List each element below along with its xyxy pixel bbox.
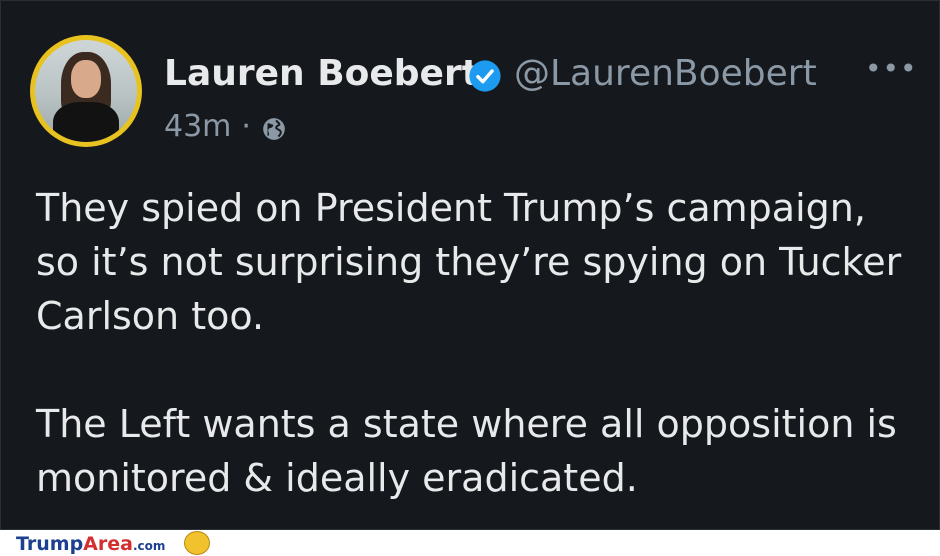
tweet-card: Lauren Boebert @LaurenBoebert ••• 43m · …	[0, 0, 940, 530]
watermark-part: Trump	[16, 533, 84, 555]
globe-icon	[263, 117, 285, 140]
verified-badge-icon	[469, 60, 501, 92]
timestamp[interactable]: 43m	[164, 109, 231, 144]
avatar[interactable]	[30, 35, 142, 147]
author-name[interactable]: Lauren Boebert	[164, 53, 479, 94]
meta-separator: ·	[241, 109, 251, 144]
watermark-part: .com	[132, 539, 166, 553]
more-options-icon[interactable]: •••	[865, 55, 918, 83]
emoji-face-icon	[184, 531, 210, 555]
watermark-logo: Trump Area .com	[16, 533, 165, 555]
tweet-paragraph: The Left wants a state where all opposit…	[36, 402, 897, 500]
tweet-paragraph: They spied on President Trump’s campaign…	[36, 186, 902, 338]
avatar-photo	[35, 40, 137, 142]
tweet-meta: 43m ·	[164, 109, 287, 144]
tweet-body: They spied on President Trump’s campaign…	[36, 181, 916, 505]
watermark-part: Area	[83, 533, 133, 555]
author-handle[interactable]: @LaurenBoebert	[514, 53, 817, 94]
